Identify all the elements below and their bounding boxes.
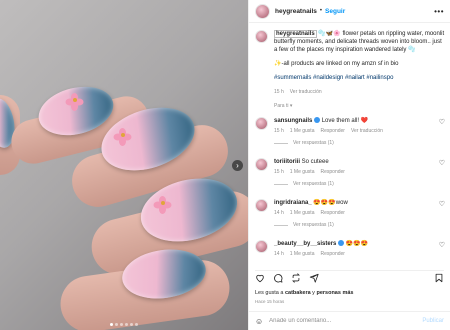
- avatar[interactable]: [255, 3, 270, 19]
- comment-username[interactable]: ingridraiana_: [274, 200, 312, 206]
- caption-hashtags[interactable]: #summernails #naildesign #nailart #naili…: [274, 74, 445, 82]
- comments-scroll-area[interactable]: heygreatnails 🫧🦋🌸 flower petals on rippl…: [249, 24, 450, 260]
- comment-input[interactable]: [269, 318, 423, 324]
- carousel-dot: [135, 323, 138, 326]
- header-username[interactable]: heygreatnails: [275, 8, 317, 15]
- comment-likes[interactable]: 1 Me gusta: [290, 128, 315, 134]
- next-slide-button[interactable]: ›: [232, 160, 243, 171]
- translation-link[interactable]: Ver traducción: [351, 128, 383, 134]
- comment-text: 😍😍😍: [345, 241, 369, 247]
- avatar[interactable]: [255, 30, 268, 43]
- carousel-dot: [115, 323, 118, 326]
- comment-like-icon[interactable]: ♡: [439, 118, 445, 126]
- heart-icon[interactable]: [255, 273, 265, 283]
- comment-item: _beauty__by__sisters 😍😍😍 14 h 1 Me gusta R…: [255, 240, 445, 260]
- comment-item: ingridraiana_ 😍😍😍wow 14 h 1 Me gusta Respo…: [255, 199, 445, 229]
- more-options-icon[interactable]: •••: [434, 7, 444, 16]
- nail-flower: [153, 196, 172, 214]
- post-header: heygreatnails • Seguir •••: [249, 0, 450, 23]
- repost-icon[interactable]: [291, 272, 301, 283]
- carousel-dots: [110, 323, 138, 326]
- avatar[interactable]: [255, 158, 268, 171]
- comment-like-icon[interactable]: ♡: [439, 241, 445, 249]
- avatar[interactable]: [255, 199, 268, 212]
- carousel-dot: [125, 323, 128, 326]
- caption: heygreatnails 🫧🦋🌸 flower petals on rippl…: [255, 30, 445, 96]
- comment-icon[interactable]: [273, 273, 283, 283]
- verified-badge-icon: [314, 117, 321, 123]
- view-replies-button[interactable]: Ver respuestas (1): [274, 221, 435, 229]
- comment-username[interactable]: sansungnails: [274, 118, 312, 124]
- comment-likes[interactable]: 1 Me gusta: [290, 169, 315, 175]
- reply-button[interactable]: Responder: [320, 169, 344, 175]
- post-side-panel: heygreatnails • Seguir ••• heygreatnails…: [248, 0, 450, 330]
- comment-text: So cuteee: [301, 159, 329, 165]
- comment-like-icon[interactable]: ♡: [439, 159, 445, 167]
- caption-username[interactable]: heygreatnails: [274, 30, 317, 38]
- carousel-dot: [120, 323, 123, 326]
- action-bar: [255, 270, 444, 284]
- caption-line2: ✨-all products are linked on my amzn sf …: [274, 61, 399, 67]
- verified-badge-icon: [338, 240, 345, 246]
- share-icon[interactable]: [309, 273, 319, 283]
- caption-translation-link[interactable]: Ver traducción: [290, 89, 322, 95]
- emoji-icon[interactable]: ☺: [255, 317, 263, 326]
- for-you-label[interactable]: Para ti ▾: [274, 103, 445, 109]
- reply-button[interactable]: Responder: [320, 251, 344, 257]
- nail-flower: [65, 93, 84, 111]
- comment-likes[interactable]: 1 Me gusta: [290, 251, 315, 257]
- comment-time: 15 h: [274, 128, 284, 134]
- reply-button[interactable]: Responder: [320, 210, 344, 216]
- post-time: Hace 15 horas: [255, 299, 285, 304]
- comment-time: 14 h: [274, 210, 284, 216]
- comments-list: sansungnails Love them all! ❤️ 15 h 1 Me …: [255, 117, 445, 260]
- view-replies-button[interactable]: Ver respuestas (1): [274, 180, 435, 188]
- view-replies-button[interactable]: Ver respuestas (1): [274, 139, 435, 147]
- post-photo[interactable]: ›: [0, 0, 248, 330]
- comment-time: 14 h: [274, 251, 284, 257]
- comment-text: Love them all! ❤️: [321, 118, 369, 124]
- comment-like-icon[interactable]: ♡: [439, 200, 445, 208]
- comment-time: 15 h: [274, 169, 284, 175]
- follow-button[interactable]: Seguir: [325, 8, 345, 15]
- comment-username[interactable]: _beauty__by__sisters: [274, 241, 336, 247]
- publish-button[interactable]: Publicar: [422, 318, 444, 324]
- bookmark-icon[interactable]: [434, 273, 444, 283]
- comment-item: toriiitoriii So cuteee 15 h 1 Me gusta Res…: [255, 158, 445, 188]
- caption-time: 15 h: [274, 89, 284, 95]
- likes-summary[interactable]: Les gusta a catbakera y personas más: [255, 290, 353, 296]
- comment-text: 😍😍😍wow: [313, 200, 348, 206]
- avatar[interactable]: [255, 117, 268, 130]
- avatar[interactable]: [255, 240, 268, 253]
- comment-bar: ☺ Publicar: [249, 311, 450, 330]
- carousel-dot: [130, 323, 133, 326]
- nail-flower: [113, 128, 132, 146]
- comment-username[interactable]: toriiitoriii: [274, 159, 300, 165]
- header-separator: •: [319, 8, 323, 14]
- carousel-dot: [110, 323, 113, 326]
- comment-item: sansungnails Love them all! ❤️ 15 h 1 Me …: [255, 117, 445, 147]
- reply-button[interactable]: Responder: [320, 128, 344, 134]
- comment-likes[interactable]: 1 Me gusta: [290, 210, 315, 216]
